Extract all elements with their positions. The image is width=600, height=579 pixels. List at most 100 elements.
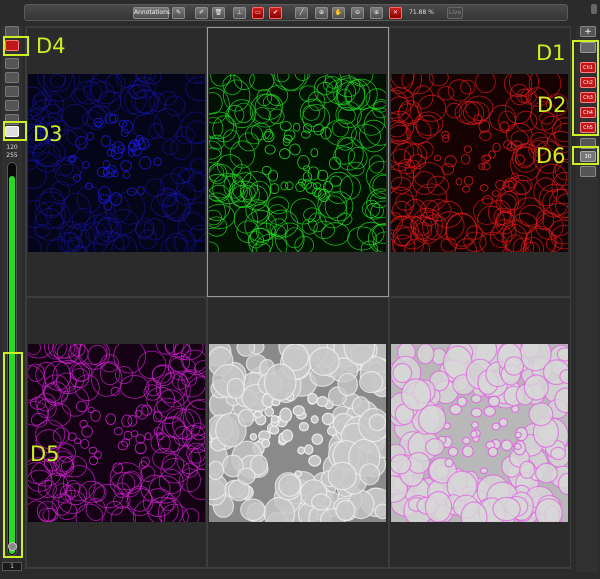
pen-tool-icon[interactable]: ✎	[172, 7, 185, 19]
cell-wall	[500, 439, 513, 452]
cell-wall	[400, 378, 432, 412]
cell-wall	[264, 406, 275, 417]
cell-wall	[237, 467, 256, 485]
brightfield-image[interactable]	[195, 328, 398, 534]
cell-wall	[307, 393, 318, 405]
export-icon[interactable]	[580, 166, 596, 177]
cell-wall	[444, 457, 454, 468]
display-icon-2[interactable]	[5, 72, 19, 83]
scale-bar-icon[interactable]: ⊥	[233, 7, 246, 19]
label-d1: D1	[536, 41, 566, 65]
cell-wall	[240, 498, 266, 522]
cell-wall	[308, 347, 340, 376]
cell-wall	[253, 410, 263, 419]
info-icon[interactable]	[591, 4, 597, 14]
magenta-channel-micrograph	[13, 329, 220, 535]
cell-wall	[513, 442, 522, 451]
cell-wall	[511, 404, 520, 414]
cell-wall	[297, 446, 306, 455]
label-d2: D2	[537, 93, 567, 117]
cell-wall	[456, 396, 468, 407]
cell-wall	[424, 491, 453, 523]
cell-wall	[487, 446, 499, 458]
cell-wall	[278, 474, 301, 497]
display-max-value: 120	[6, 144, 18, 151]
cell-wall	[491, 422, 501, 431]
label-d6: D6	[536, 144, 566, 168]
cell-wall	[470, 394, 482, 404]
cell-wall	[483, 405, 496, 417]
viewer-cell-1[interactable]	[15, 27, 215, 297]
cell-wall	[310, 415, 319, 424]
trash-icon[interactable]: 🗑	[212, 7, 225, 19]
zoom-out-icon[interactable]: ⊖	[351, 7, 364, 19]
highlight-d4	[3, 36, 29, 56]
rectangle-tool-icon[interactable]: ▭	[252, 7, 264, 19]
viewer-cell-2[interactable]	[193, 27, 401, 297]
slider-min-value: 1	[2, 562, 22, 571]
cell-wall	[392, 362, 413, 384]
magenta-channel-image[interactable]	[13, 329, 220, 535]
cell-wall	[281, 429, 294, 443]
cell-wall	[523, 374, 549, 401]
cell-wall	[447, 446, 459, 457]
display-icon-3[interactable]	[5, 86, 19, 97]
viewer-cell-5[interactable]	[195, 297, 398, 568]
cell-wall	[359, 463, 381, 486]
cell-wall	[498, 417, 509, 428]
pan-hand-icon[interactable]: ✋	[332, 7, 345, 19]
checkmark-tool-icon[interactable]: ✔	[269, 7, 282, 19]
cell-wall	[528, 402, 554, 427]
cell-wall	[269, 425, 280, 435]
cell-wall	[226, 377, 245, 400]
viewer-cell-4[interactable]	[13, 297, 220, 568]
cell-wall	[249, 432, 258, 441]
crosshair-icon[interactable]: ⊕	[315, 7, 328, 19]
cell-wall	[298, 421, 310, 432]
cell-wall	[550, 446, 567, 461]
fit-to-window-icon[interactable]: ✕	[389, 7, 402, 19]
top-toolbar: Annotations ✎ ✐ 🗑 ⊥ ▭ ✔ ╱ ⊕ ✋ ⊖ ⊕ ✕ 71.8…	[24, 4, 568, 21]
add-icon[interactable]: +	[580, 26, 596, 37]
brightfield-micrograph	[195, 328, 398, 534]
display-icon-1[interactable]	[5, 58, 19, 69]
brush-tool-icon[interactable]: ✐	[195, 7, 208, 19]
green-channel-image[interactable]	[193, 57, 401, 261]
cell-wall	[470, 430, 478, 439]
cell-wall	[470, 421, 479, 429]
zoom-level: 71.88 %	[409, 9, 434, 16]
cell-wall	[461, 436, 471, 445]
label-d5: D5	[30, 442, 60, 466]
cell-wall	[359, 370, 384, 394]
merged-overlay-micrograph	[376, 334, 577, 534]
cell-wall	[311, 433, 324, 445]
label-d4: D4	[36, 34, 66, 58]
live-button[interactable]: Live	[447, 7, 463, 19]
cell-wall	[263, 363, 297, 402]
blue-channel-image[interactable]	[15, 56, 215, 266]
cell-wall	[470, 407, 483, 418]
line-tool-icon[interactable]: ╱	[295, 7, 308, 19]
cell-wall	[556, 347, 574, 362]
cell-wall	[374, 503, 391, 520]
zoom-in-icon[interactable]: ⊕	[370, 7, 383, 19]
display-icon-4[interactable]	[5, 100, 19, 111]
cell-wall	[535, 462, 559, 484]
highlight-d6	[572, 146, 599, 165]
viewer-cell-6[interactable]	[376, 297, 577, 568]
highlight-d1-d2	[572, 40, 599, 136]
image-viewer-grid	[13, 26, 579, 569]
cell-wall	[514, 431, 523, 439]
cell-wall	[261, 438, 271, 448]
cell-wall	[337, 372, 358, 397]
cell-wall	[424, 437, 445, 456]
cell-wall	[519, 460, 536, 480]
cell-wall	[368, 413, 387, 432]
cell-wall	[236, 337, 256, 357]
merged-overlay-image[interactable]	[376, 334, 577, 534]
cell-wall	[534, 498, 563, 528]
cell-wall	[479, 467, 489, 475]
annotations-button[interactable]: Annotations	[133, 7, 170, 19]
cell-wall	[270, 414, 279, 424]
cell-wall	[327, 461, 357, 491]
